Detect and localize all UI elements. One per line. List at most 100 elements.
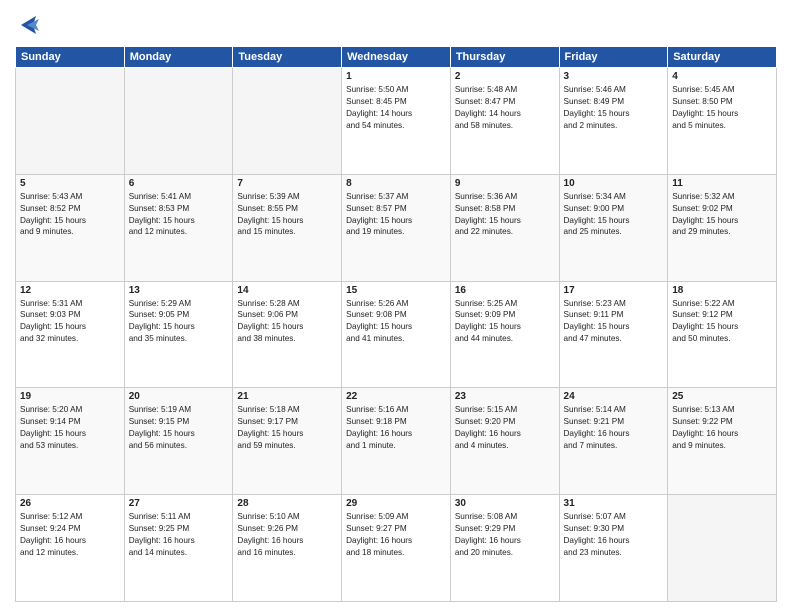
day-number: 28 xyxy=(237,498,337,509)
calendar-cell xyxy=(124,68,233,175)
calendar: Sunday Monday Tuesday Wednesday Thursday… xyxy=(15,46,777,602)
header-sunday: Sunday xyxy=(16,47,125,68)
logo xyxy=(15,10,49,40)
day-info: Sunrise: 5:19 AM Sunset: 9:15 PM Dayligh… xyxy=(129,404,229,452)
weekday-header-row: Sunday Monday Tuesday Wednesday Thursday… xyxy=(16,47,777,68)
day-number: 2 xyxy=(455,71,555,82)
day-number: 15 xyxy=(346,285,446,296)
day-info: Sunrise: 5:34 AM Sunset: 9:00 PM Dayligh… xyxy=(564,191,664,239)
day-number: 29 xyxy=(346,498,446,509)
calendar-cell: 8Sunrise: 5:37 AM Sunset: 8:57 PM Daylig… xyxy=(342,174,451,281)
day-info: Sunrise: 5:43 AM Sunset: 8:52 PM Dayligh… xyxy=(20,191,120,239)
header-friday: Friday xyxy=(559,47,668,68)
calendar-cell: 16 Sunrise: 5:25 AM Sunset: 9:09 PM Dayli… xyxy=(450,281,559,388)
calendar-week-2: 12Sunrise: 5:31 AM Sunset: 9:03 PM Dayli… xyxy=(16,281,777,388)
day-number: 3 xyxy=(564,71,664,82)
day-number: 27 xyxy=(129,498,229,509)
calendar-cell: 22 Sunrise: 5:16 AM Sunset: 9:18 PM Dayli… xyxy=(342,388,451,495)
day-info: Sunrise: 5:22 AM Sunset: 9:12 PM Dayligh… xyxy=(672,298,772,346)
calendar-cell: 26 Sunrise: 5:12 AM Sunset: 9:24 PM Dayli… xyxy=(16,495,125,602)
day-number: 13 xyxy=(129,285,229,296)
day-number: 31 xyxy=(564,498,664,509)
calendar-cell: 23Sunrise: 5:15 AM Sunset: 9:20 PM Dayli… xyxy=(450,388,559,495)
calendar-table: Sunday Monday Tuesday Wednesday Thursday… xyxy=(15,46,777,602)
day-number: 5 xyxy=(20,178,120,189)
calendar-cell: 2 Sunrise: 5:48 AM Sunset: 8:47 PM Daylig… xyxy=(450,68,559,175)
day-number: 20 xyxy=(129,391,229,402)
calendar-cell: 12Sunrise: 5:31 AM Sunset: 9:03 PM Dayli… xyxy=(16,281,125,388)
day-number: 22 xyxy=(346,391,446,402)
day-number: 1 xyxy=(346,71,446,82)
day-info: Sunrise: 5:10 AM Sunset: 9:26 PM Dayligh… xyxy=(237,511,337,559)
day-number: 11 xyxy=(672,178,772,189)
day-info: Sunrise: 5:29 AM Sunset: 9:05 PM Dayligh… xyxy=(129,298,229,346)
calendar-cell: 24 Sunrise: 5:14 AM Sunset: 9:21 PM Dayli… xyxy=(559,388,668,495)
logo-icon xyxy=(15,10,45,40)
header-tuesday: Tuesday xyxy=(233,47,342,68)
calendar-cell: 29 Sunrise: 5:09 AM Sunset: 9:27 PM Dayli… xyxy=(342,495,451,602)
day-info: Sunrise: 5:32 AM Sunset: 9:02 PM Dayligh… xyxy=(672,191,772,239)
day-info: Sunrise: 5:36 AM Sunset: 8:58 PM Dayligh… xyxy=(455,191,555,239)
calendar-cell: 17 Sunrise: 5:23 AM Sunset: 9:11 PM Dayli… xyxy=(559,281,668,388)
day-number: 17 xyxy=(564,285,664,296)
day-info: Sunrise: 5:18 AM Sunset: 9:17 PM Dayligh… xyxy=(237,404,337,452)
day-number: 24 xyxy=(564,391,664,402)
calendar-cell: 27 Sunrise: 5:11 AM Sunset: 9:25 PM Dayli… xyxy=(124,495,233,602)
day-info: Sunrise: 5:09 AM Sunset: 9:27 PM Dayligh… xyxy=(346,511,446,559)
day-info: Sunrise: 5:12 AM Sunset: 9:24 PM Dayligh… xyxy=(20,511,120,559)
calendar-cell: 20 Sunrise: 5:19 AM Sunset: 9:15 PM Dayli… xyxy=(124,388,233,495)
day-number: 6 xyxy=(129,178,229,189)
day-info: Sunrise: 5:25 AM Sunset: 9:09 PM Dayligh… xyxy=(455,298,555,346)
calendar-cell: 5 Sunrise: 5:43 AM Sunset: 8:52 PM Daylig… xyxy=(16,174,125,281)
calendar-cell: 30 Sunrise: 5:08 AM Sunset: 9:29 PM Dayli… xyxy=(450,495,559,602)
day-number: 14 xyxy=(237,285,337,296)
calendar-cell: 6 Sunrise: 5:41 AM Sunset: 8:53 PM Daylig… xyxy=(124,174,233,281)
day-info: Sunrise: 5:48 AM Sunset: 8:47 PM Dayligh… xyxy=(455,84,555,132)
calendar-cell: 3Sunrise: 5:46 AM Sunset: 8:49 PM Daylig… xyxy=(559,68,668,175)
calendar-cell xyxy=(233,68,342,175)
day-info: Sunrise: 5:23 AM Sunset: 9:11 PM Dayligh… xyxy=(564,298,664,346)
day-number: 7 xyxy=(237,178,337,189)
header-wednesday: Wednesday xyxy=(342,47,451,68)
calendar-week-0: 1 Sunrise: 5:50 AM Sunset: 8:45 PM Daylig… xyxy=(16,68,777,175)
calendar-cell xyxy=(16,68,125,175)
calendar-cell: 11 Sunrise: 5:32 AM Sunset: 9:02 PM Dayli… xyxy=(668,174,777,281)
day-info: Sunrise: 5:41 AM Sunset: 8:53 PM Dayligh… xyxy=(129,191,229,239)
day-info: Sunrise: 5:14 AM Sunset: 9:21 PM Dayligh… xyxy=(564,404,664,452)
day-info: Sunrise: 5:08 AM Sunset: 9:29 PM Dayligh… xyxy=(455,511,555,559)
day-number: 16 xyxy=(455,285,555,296)
calendar-week-3: 19 Sunrise: 5:20 AM Sunset: 9:14 PM Dayli… xyxy=(16,388,777,495)
day-info: Sunrise: 5:39 AM Sunset: 8:55 PM Dayligh… xyxy=(237,191,337,239)
day-number: 18 xyxy=(672,285,772,296)
calendar-cell: 9 Sunrise: 5:36 AM Sunset: 8:58 PM Daylig… xyxy=(450,174,559,281)
calendar-cell: 13 Sunrise: 5:29 AM Sunset: 9:05 PM Dayli… xyxy=(124,281,233,388)
day-info: Sunrise: 5:37 AM Sunset: 8:57 PM Dayligh… xyxy=(346,191,446,239)
calendar-cell: 25Sunrise: 5:13 AM Sunset: 9:22 PM Dayli… xyxy=(668,388,777,495)
day-number: 30 xyxy=(455,498,555,509)
header xyxy=(15,10,777,40)
day-info: Sunrise: 5:31 AM Sunset: 9:03 PM Dayligh… xyxy=(20,298,120,346)
calendar-cell: 19 Sunrise: 5:20 AM Sunset: 9:14 PM Dayli… xyxy=(16,388,125,495)
day-number: 9 xyxy=(455,178,555,189)
page: Sunday Monday Tuesday Wednesday Thursday… xyxy=(0,0,792,612)
calendar-cell: 18 Sunrise: 5:22 AM Sunset: 9:12 PM Dayli… xyxy=(668,281,777,388)
header-monday: Monday xyxy=(124,47,233,68)
day-number: 25 xyxy=(672,391,772,402)
day-number: 26 xyxy=(20,498,120,509)
day-number: 21 xyxy=(237,391,337,402)
day-info: Sunrise: 5:50 AM Sunset: 8:45 PM Dayligh… xyxy=(346,84,446,132)
calendar-week-1: 5 Sunrise: 5:43 AM Sunset: 8:52 PM Daylig… xyxy=(16,174,777,281)
day-info: Sunrise: 5:16 AM Sunset: 9:18 PM Dayligh… xyxy=(346,404,446,452)
calendar-cell: 15 Sunrise: 5:26 AM Sunset: 9:08 PM Dayli… xyxy=(342,281,451,388)
day-info: Sunrise: 5:11 AM Sunset: 9:25 PM Dayligh… xyxy=(129,511,229,559)
calendar-cell: 1 Sunrise: 5:50 AM Sunset: 8:45 PM Daylig… xyxy=(342,68,451,175)
header-saturday: Saturday xyxy=(668,47,777,68)
day-info: Sunrise: 5:15 AM Sunset: 9:20 PM Dayligh… xyxy=(455,404,555,452)
day-info: Sunrise: 5:26 AM Sunset: 9:08 PM Dayligh… xyxy=(346,298,446,346)
day-number: 10 xyxy=(564,178,664,189)
calendar-cell: 10 Sunrise: 5:34 AM Sunset: 9:00 PM Dayli… xyxy=(559,174,668,281)
day-info: Sunrise: 5:20 AM Sunset: 9:14 PM Dayligh… xyxy=(20,404,120,452)
day-number: 4 xyxy=(672,71,772,82)
day-info: Sunrise: 5:07 AM Sunset: 9:30 PM Dayligh… xyxy=(564,511,664,559)
day-number: 19 xyxy=(20,391,120,402)
